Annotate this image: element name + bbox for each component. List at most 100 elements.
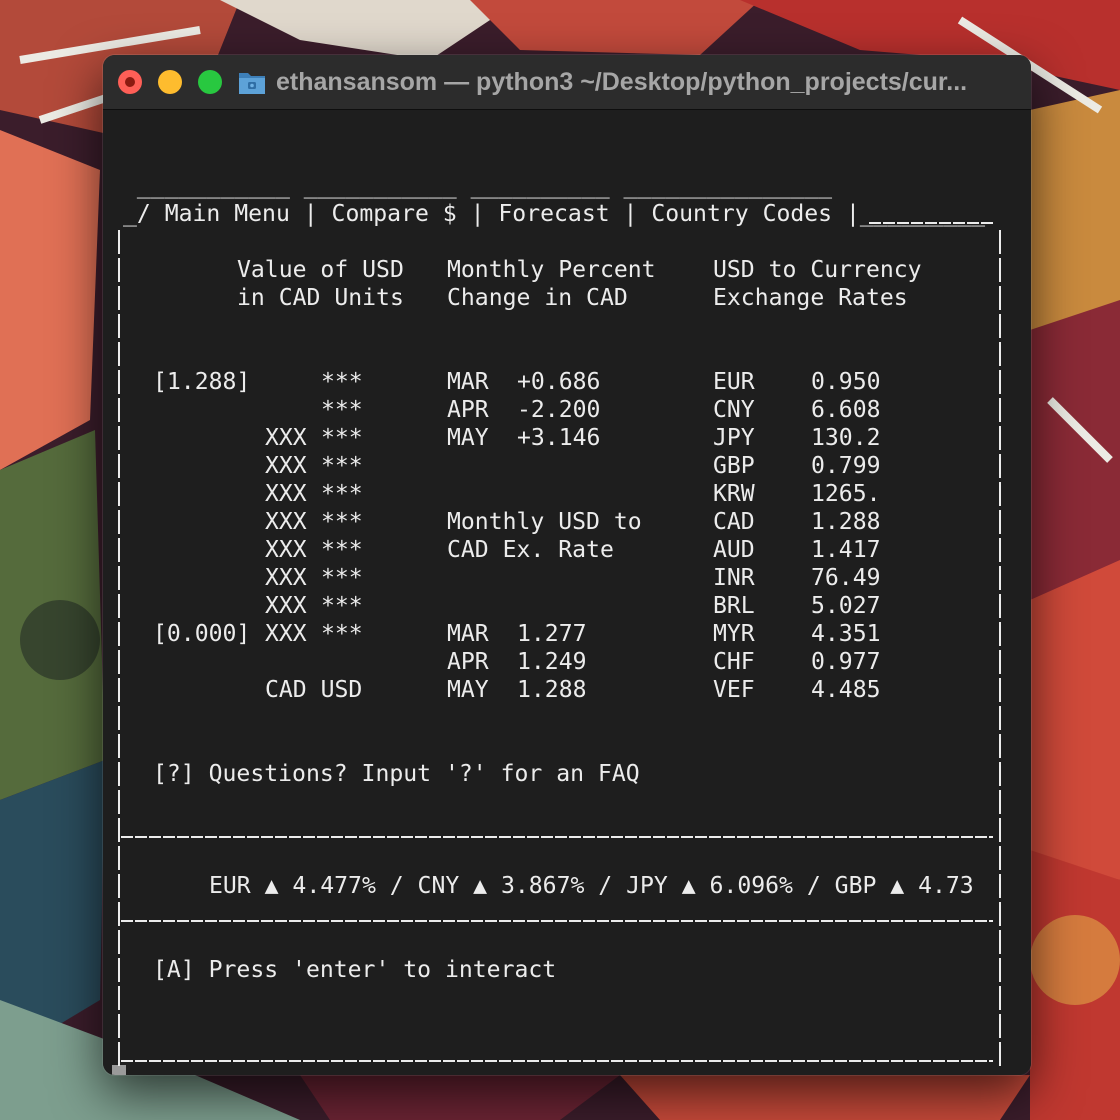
percent-title: Monthly Percent — [447, 257, 656, 283]
value-subtitle: in CAD Units — [237, 285, 404, 311]
panel-left-border-segment — [118, 622, 120, 646]
panel-left-border-segment — [118, 538, 120, 562]
panel-right-border-segment — [999, 258, 1001, 282]
panel-left-border-segment — [118, 762, 120, 786]
panel-right-border-segment — [999, 426, 1001, 450]
currency-code: VEF — [713, 677, 755, 703]
usd-bar-segment: *** — [321, 481, 363, 507]
cad-bar-segment: XXX — [265, 509, 307, 535]
panel-right-border-segment — [999, 818, 1001, 842]
panel-right-border-segment — [999, 678, 1001, 702]
panel-left-border-segment — [118, 510, 120, 534]
exchange-rate-value: 4.485 — [811, 677, 881, 703]
currency-code: BRL — [713, 593, 755, 619]
usd-bar-segment: *** — [321, 565, 363, 591]
cad-bar-segment: XXX — [265, 425, 307, 451]
monthly-rate-value: 1.249 — [517, 649, 587, 675]
title-bar[interactable]: ethansansom — python3 ~/Desktop/python_p… — [103, 55, 1031, 110]
menu-tabs[interactable]: _/ Main Menu | Compare $ | Forecast | Co… — [123, 200, 985, 228]
panel-right-border-segment — [999, 930, 1001, 954]
panel-right-border-segment — [999, 510, 1001, 534]
panel-right-border-segment — [999, 538, 1001, 562]
panel-right-border-segment — [999, 370, 1001, 394]
exchange-rate-value: 130.2 — [811, 425, 881, 451]
monthly-rate-value: 1.288 — [517, 677, 587, 703]
exchange-rate-value: 1.288 — [811, 509, 881, 535]
panel-right-border-segment — [999, 230, 1001, 254]
panel-left-border-segment — [118, 650, 120, 674]
monthly-rate-value: 1.277 — [517, 621, 587, 647]
monthly-rate-subtitle: CAD Ex. Rate — [447, 537, 614, 563]
percent-change-month: APR — [447, 397, 489, 423]
panel-left-border-segment — [118, 286, 120, 310]
text-cursor — [112, 1065, 126, 1075]
panel-right-border-segment — [999, 622, 1001, 646]
panel-right-border-segment — [999, 1014, 1001, 1038]
exchange-rate-value: 0.799 — [811, 453, 881, 479]
exchange-rate-value: 0.950 — [811, 369, 881, 395]
percent-change-value: +3.146 — [517, 425, 601, 451]
panel-right-border-segment — [999, 902, 1001, 926]
panel-right-border-segment — [999, 594, 1001, 618]
monthly-rate-title: Monthly USD to — [447, 509, 642, 535]
folder-icon — [239, 73, 265, 94]
currency-code: EUR — [713, 369, 755, 395]
currency-code: CNY — [713, 397, 755, 423]
cad-bar-segment: XXX — [265, 565, 307, 591]
panel-left-border-segment — [118, 342, 120, 366]
percent-change-value: +0.686 — [517, 369, 601, 395]
usd-bar-segment: *** — [321, 621, 363, 647]
exchange-rate-value: 1265. — [811, 481, 881, 507]
cad-bar-segment: XXX — [265, 621, 307, 647]
panel-left-border-segment — [118, 482, 120, 506]
rates-title: USD to Currency — [713, 257, 922, 283]
faq-prompt: [?] Questions? Input '?' for an FAQ — [153, 761, 640, 787]
exchange-rate-value: 76.49 — [811, 565, 881, 591]
menu-tabs-top-border: ___________ ___________ __________ _____… — [123, 173, 833, 199]
usd-bar-segment: *** — [321, 593, 363, 619]
panel-left-border-segment — [118, 958, 120, 982]
monthly-rate-month: MAR — [447, 621, 489, 647]
cad-bar-segment: XXX — [265, 453, 307, 479]
currency-code: INR — [713, 565, 755, 591]
panel-right-border-segment — [999, 874, 1001, 898]
exchange-rate-value: 0.977 — [811, 649, 881, 675]
section-divider — [121, 1060, 993, 1062]
panel-right-border-segment — [999, 454, 1001, 478]
panel-right-border-segment — [999, 762, 1001, 786]
chart-footer-labels: CAD USD — [265, 677, 363, 703]
usd-bar-segment: *** — [321, 537, 363, 563]
panel-right-border-segment — [999, 482, 1001, 506]
maximize-button[interactable] — [198, 70, 222, 94]
panel-right-border-segment — [999, 286, 1001, 310]
percent-change-month: MAR — [447, 369, 489, 395]
cad-bar-segment: XXX — [265, 593, 307, 619]
close-button[interactable] — [118, 70, 142, 94]
currency-code: JPY — [713, 425, 755, 451]
panel-left-border-segment — [118, 986, 120, 1010]
cad-bar-segment: XXX — [265, 537, 307, 563]
panel-right-border-segment — [999, 706, 1001, 730]
percent-change-value: -2.200 — [517, 397, 601, 423]
terminal-window: ethansansom — python3 ~/Desktop/python_p… — [103, 55, 1031, 1075]
value-title: Value of USD — [237, 257, 404, 283]
panel-left-border-segment — [118, 370, 120, 394]
panel-left-border-segment — [118, 258, 120, 282]
currency-code: AUD — [713, 537, 755, 563]
minimize-button[interactable] — [158, 70, 182, 94]
monthly-rate-month: MAY — [447, 677, 489, 703]
panel-right-border-segment — [999, 734, 1001, 758]
cad-bar-segment: XXX — [265, 481, 307, 507]
currency-code: GBP — [713, 453, 755, 479]
panel-left-border-segment — [118, 1014, 120, 1038]
panel-left-border-segment — [118, 1042, 120, 1066]
currency-code: MYR — [713, 621, 755, 647]
panel-left-border-segment — [118, 230, 120, 254]
panel-right-border-segment — [999, 650, 1001, 674]
usd-bar-segment: *** — [321, 509, 363, 535]
panel-left-border-segment — [118, 594, 120, 618]
exchange-rate-value: 4.351 — [811, 621, 881, 647]
panel-right-border-segment — [999, 846, 1001, 870]
terminal-screen[interactable]: ___________ ___________ __________ _____… — [103, 110, 1031, 1075]
exchange-rate-value: 5.027 — [811, 593, 881, 619]
